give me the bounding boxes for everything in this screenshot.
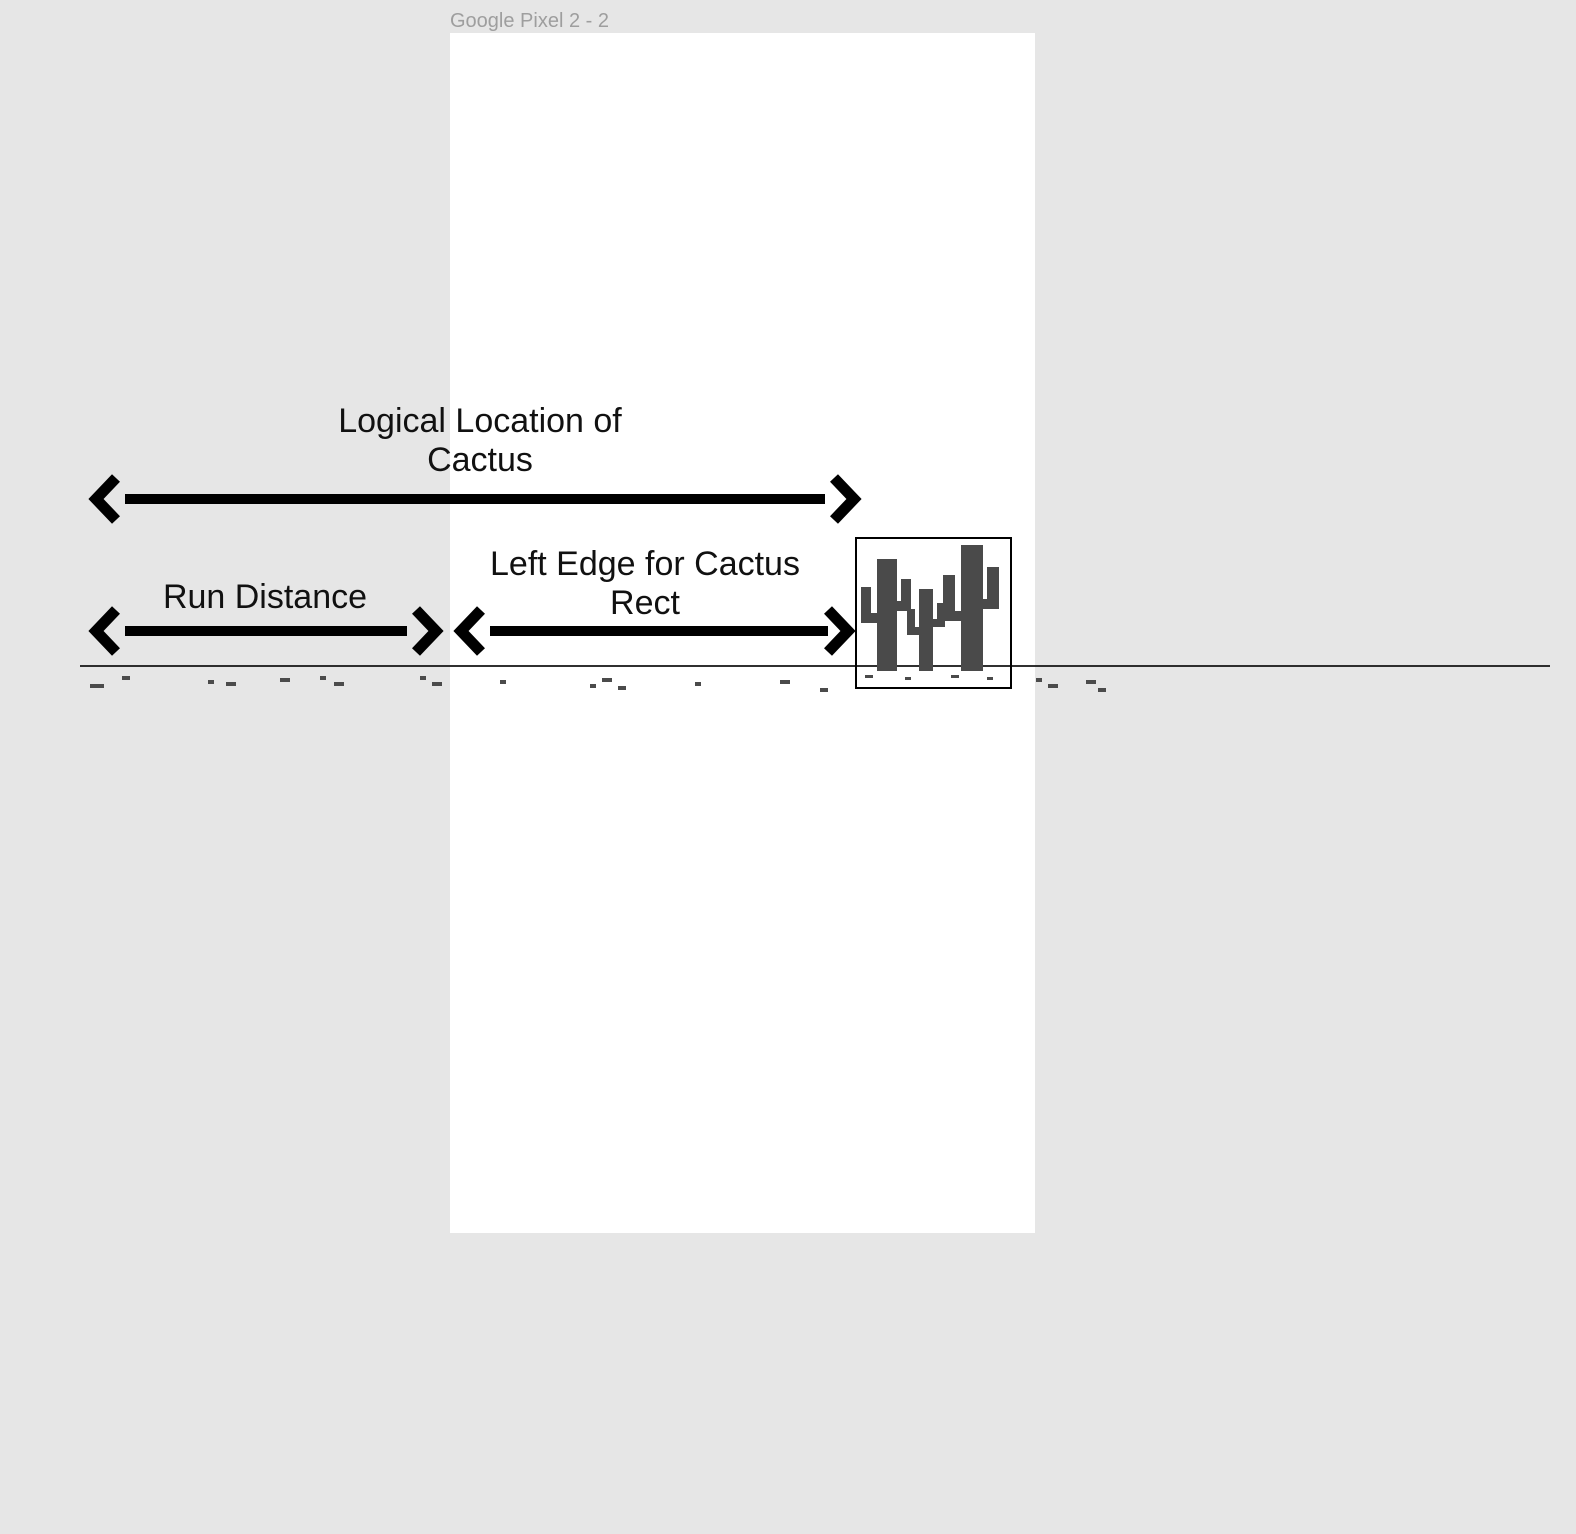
text-line: Rect	[610, 584, 680, 622]
dimension-bar-left-edge	[490, 626, 828, 636]
ground-line	[80, 665, 1550, 667]
text-line: Left Edge for Cactus	[490, 545, 800, 583]
ground-texture	[80, 670, 1550, 700]
chevron-left-icon	[88, 474, 122, 524]
text-line: Cactus	[427, 441, 533, 479]
text-line: Run Distance	[163, 578, 367, 616]
chevron-right-icon	[410, 606, 444, 656]
annotation-logical-location: Logical Location of Cactus	[250, 402, 710, 480]
text-line: Logical Location of	[338, 402, 622, 440]
dimension-bar-run	[125, 626, 407, 636]
annotation-run-distance: Run Distance	[120, 578, 410, 617]
chevron-right-icon	[822, 606, 856, 656]
chevron-left-icon	[88, 606, 122, 656]
dimension-bar-logical	[125, 494, 825, 504]
chevron-right-icon	[828, 474, 862, 524]
chevron-left-icon	[453, 606, 487, 656]
cactus-group-icon	[857, 539, 1006, 683]
cactus-rect	[855, 537, 1012, 689]
annotation-left-edge: Left Edge for Cactus Rect	[460, 545, 830, 623]
device-label: Google Pixel 2 - 2	[450, 10, 609, 33]
